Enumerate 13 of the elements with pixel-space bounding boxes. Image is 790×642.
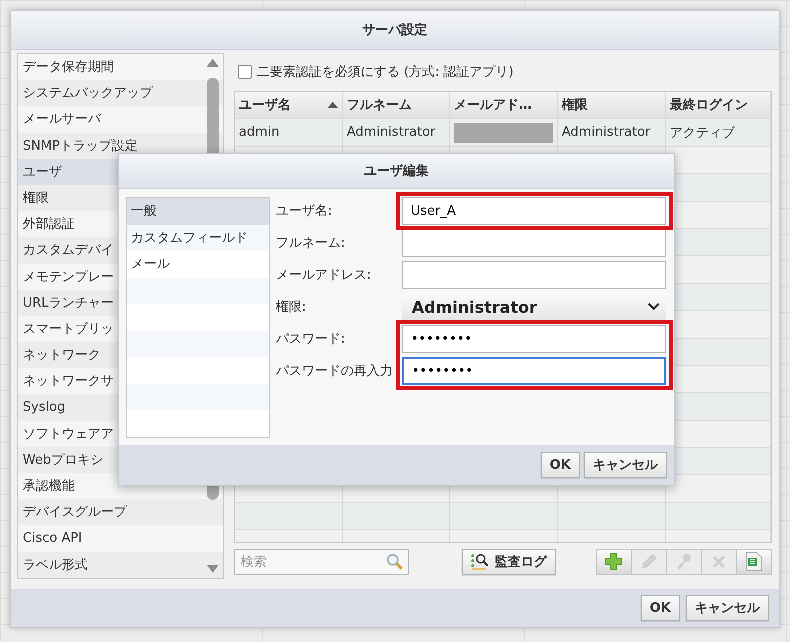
- table-cell: admin: [239, 125, 280, 140]
- table-cell: Administrator: [562, 125, 651, 140]
- table-cell-text: アクティブ: [670, 124, 735, 142]
- field-label: パスワードの再入力: [276, 363, 394, 380]
- field-label: メールアドレス:: [276, 267, 372, 284]
- dialog-title: ユーザ編集: [364, 163, 429, 180]
- field-label: フルネーム:: [276, 235, 346, 252]
- field-label: ユーザ名:: [276, 203, 334, 220]
- window-title: サーバ設定: [362, 22, 428, 39]
- field-label: パスワード:: [276, 331, 346, 348]
- table-cell: Administrator: [347, 125, 436, 140]
- field-label: 権限:: [276, 299, 308, 316]
- checkbox-label: 二要素認証を必須にする (方式: 認証アプリ): [257, 64, 514, 81]
